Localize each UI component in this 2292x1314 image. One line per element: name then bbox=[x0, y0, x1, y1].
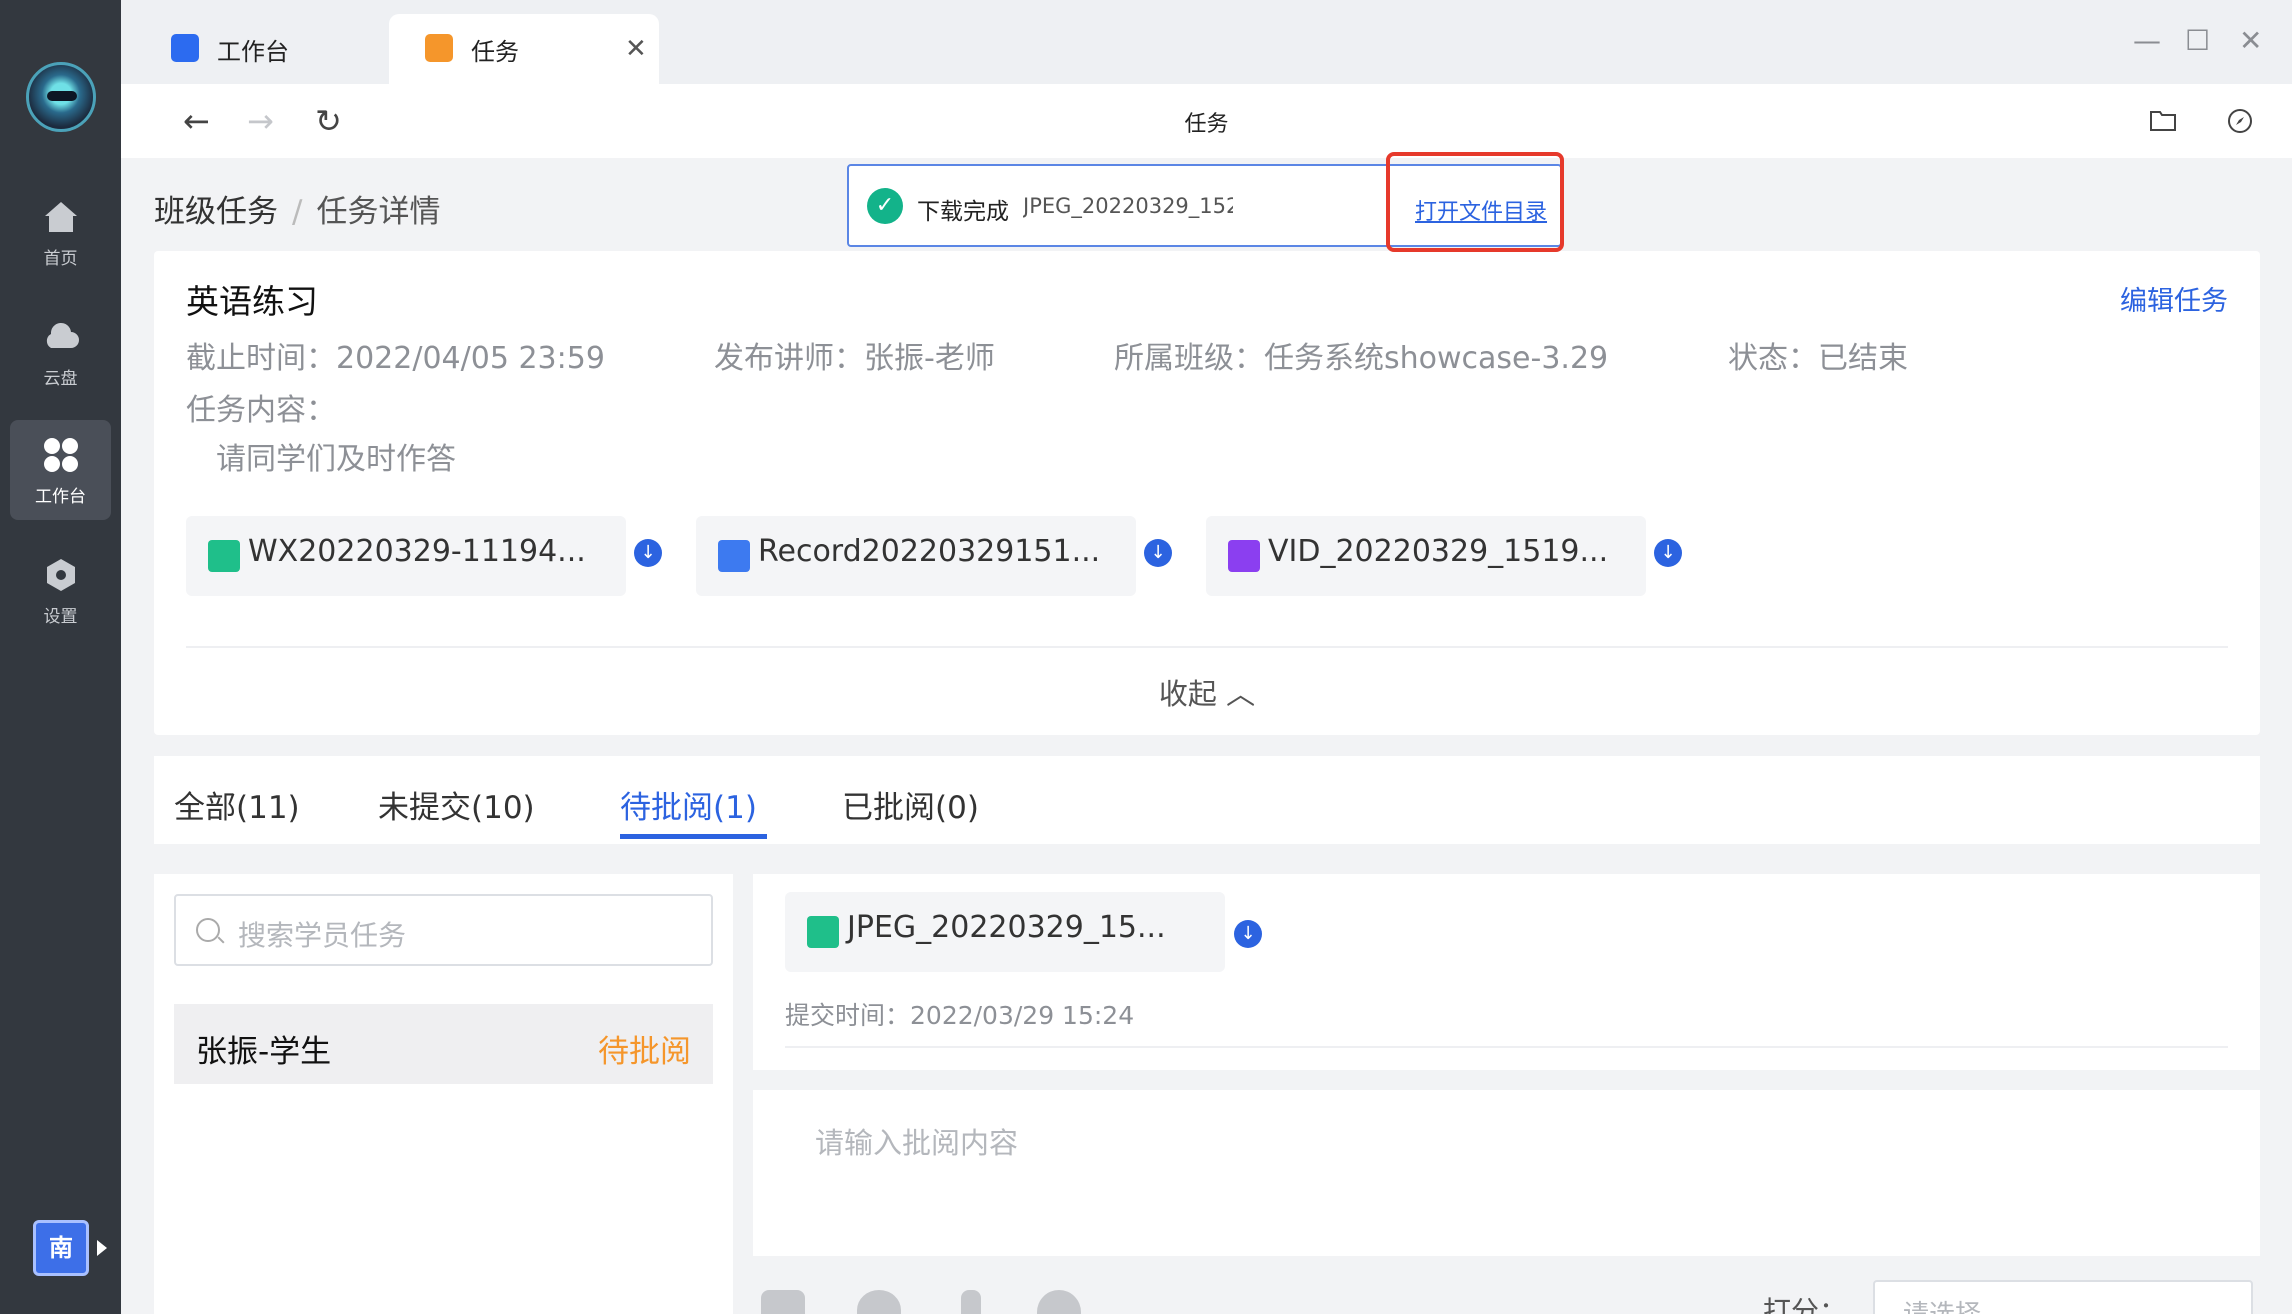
attachment-name: WX20220329-11194... bbox=[248, 534, 586, 569]
close-window-icon[interactable]: ✕ bbox=[2239, 24, 2262, 57]
attachment-item[interactable]: WX20220329-11194... bbox=[186, 516, 626, 596]
cloud-icon[interactable] bbox=[1037, 1290, 1081, 1314]
tab-task[interactable]: 任务 ✕ bbox=[389, 14, 659, 84]
attachment-name: Record20220329151... bbox=[758, 534, 1101, 569]
check-circle-icon: ✓ bbox=[867, 188, 903, 224]
review-textarea[interactable]: 请输入批阅内容 bbox=[753, 1090, 2260, 1256]
video-file-icon bbox=[1228, 540, 1260, 572]
search-placeholder: 搜索学员任务 bbox=[238, 919, 407, 952]
folder-icon[interactable] bbox=[2149, 108, 2177, 132]
forward-icon[interactable]: → bbox=[247, 102, 274, 140]
sidebar-item-workbench[interactable]: 工作台 bbox=[10, 420, 111, 520]
toast-filename: JPEG_20220329_152354_28816... bbox=[1023, 194, 1233, 218]
download-icon[interactable]: ↓ bbox=[1234, 920, 1262, 948]
sidebar-item-label: 云盘 bbox=[43, 369, 78, 389]
submission-panel: JPEG_20220329_15... ↓ 提交时间：2022/03/29 15… bbox=[753, 874, 2260, 1070]
sidebar-item-cloud[interactable]: 云盘 bbox=[10, 302, 111, 402]
folder-icon[interactable] bbox=[761, 1290, 805, 1314]
tab-all[interactable]: 全部(11) bbox=[174, 782, 300, 827]
avatar[interactable] bbox=[26, 62, 96, 132]
content-label: 任务内容： bbox=[186, 393, 336, 428]
maximize-icon[interactable]: ☐ bbox=[2185, 24, 2210, 57]
compass-icon[interactable] bbox=[2227, 108, 2253, 134]
location-icon[interactable] bbox=[857, 1290, 901, 1314]
tab-pending-review[interactable]: 待批阅(1) bbox=[620, 782, 767, 839]
download-icon[interactable]: ↓ bbox=[1654, 539, 1682, 567]
user-badge[interactable]: 南 bbox=[33, 1220, 89, 1276]
content-text: 请同学们及时作答 bbox=[216, 442, 456, 477]
divider bbox=[186, 646, 2228, 648]
tab-not-submitted[interactable]: 未提交(10) bbox=[378, 782, 535, 827]
highlight-box bbox=[1386, 152, 1564, 252]
breadcrumb-current: 任务详情 bbox=[316, 194, 441, 230]
sidebar: 首页 云盘 工作台 设置 南 bbox=[0, 0, 121, 1314]
refresh-icon[interactable]: ↻ bbox=[315, 102, 342, 140]
status-badge: 待批阅 bbox=[598, 1034, 691, 1070]
task-status: 状态：已结束 bbox=[1728, 341, 1908, 376]
collapse-button[interactable]: 收起 ︿ bbox=[154, 671, 2260, 713]
home-icon bbox=[45, 202, 77, 232]
minimize-icon[interactable]: — bbox=[2133, 24, 2161, 57]
workbench-app-icon bbox=[171, 34, 199, 62]
tab-workbench[interactable]: 工作台 bbox=[135, 14, 385, 84]
download-icon[interactable]: ↓ bbox=[634, 539, 662, 567]
microphone-icon[interactable] bbox=[961, 1290, 981, 1314]
sidebar-item-home[interactable]: 首页 bbox=[10, 182, 111, 282]
class: 所属班级：任务系统showcase-3.29 bbox=[1114, 341, 1609, 376]
download-icon[interactable]: ↓ bbox=[1144, 539, 1172, 567]
search-icon bbox=[196, 918, 220, 942]
student-name: 张振-学生 bbox=[196, 1034, 332, 1070]
student-list: 搜索学员任务 张振-学生 待批阅 bbox=[154, 874, 733, 1314]
breadcrumb-separator: / bbox=[292, 194, 303, 230]
teacher: 发布讲师：张振-老师 bbox=[714, 341, 995, 376]
divider bbox=[785, 1046, 2228, 1048]
task-app-icon bbox=[425, 34, 453, 62]
breadcrumb: 班级任务 / 任务详情 bbox=[154, 186, 440, 231]
submission-file-name: JPEG_20220329_15... bbox=[847, 910, 1166, 945]
status-tabs: 全部(11) 未提交(10) 待批阅(1) 已批阅(0) bbox=[154, 756, 2260, 844]
attachment-name: VID_20220329_1519... bbox=[1268, 534, 1609, 569]
score-label: 打分： bbox=[1763, 1295, 1848, 1314]
score-placeholder: 请选择 bbox=[1903, 1294, 1981, 1314]
search-input[interactable]: 搜索学员任务 bbox=[174, 894, 713, 966]
sidebar-item-label: 首页 bbox=[43, 249, 78, 269]
submission-file[interactable]: JPEG_20220329_15... bbox=[785, 892, 1225, 972]
close-tab-icon[interactable]: ✕ bbox=[625, 34, 647, 64]
title-bar: 工作台 任务 ✕ — ☐ ✕ bbox=[121, 0, 2292, 84]
submit-time: 提交时间：2022/03/29 15:24 bbox=[785, 1001, 1135, 1030]
settings-icon bbox=[47, 559, 75, 591]
toolbar: 任务 ← → ↻ bbox=[121, 84, 2292, 158]
edit-task-link[interactable]: 编辑任务 bbox=[2120, 279, 2228, 318]
page-title: 任务 bbox=[1184, 112, 1229, 137]
deadline: 截止时间：2022/04/05 23:59 bbox=[186, 341, 605, 376]
expand-arrow-icon[interactable] bbox=[97, 1240, 107, 1256]
task-card: 英语练习 编辑任务 截止时间：2022/04/05 23:59 发布讲师：张振-… bbox=[154, 251, 2260, 735]
list-item[interactable]: 张振-学生 待批阅 bbox=[174, 1004, 713, 1084]
sidebar-item-label: 设置 bbox=[43, 607, 78, 627]
review-placeholder: 请输入批阅内容 bbox=[815, 1126, 1019, 1160]
sidebar-item-settings[interactable]: 设置 bbox=[10, 540, 111, 640]
score-select[interactable]: 请选择 bbox=[1873, 1280, 2253, 1314]
task-title: 英语练习 bbox=[186, 282, 318, 321]
tab-label: 任务 bbox=[471, 38, 519, 66]
attachment-item[interactable]: Record20220329151... bbox=[696, 516, 1136, 596]
cloud-icon bbox=[46, 322, 79, 348]
audio-file-icon bbox=[718, 540, 750, 572]
toast-status: 下载完成 bbox=[917, 199, 1009, 225]
breadcrumb-parent[interactable]: 班级任务 bbox=[154, 194, 278, 230]
attachment-item[interactable]: VID_20220329_1519... bbox=[1206, 516, 1646, 596]
review-tools: 打分： 请选择 bbox=[753, 1270, 2260, 1314]
image-file-icon bbox=[208, 540, 240, 572]
chevron-up-icon: ︿ bbox=[1226, 677, 1256, 711]
image-file-icon bbox=[807, 916, 839, 948]
grid-icon bbox=[44, 438, 78, 472]
tab-reviewed[interactable]: 已批阅(0) bbox=[842, 782, 979, 827]
back-icon[interactable]: ← bbox=[183, 102, 210, 140]
tab-label: 工作台 bbox=[217, 38, 289, 66]
sidebar-item-label: 工作台 bbox=[35, 487, 86, 507]
